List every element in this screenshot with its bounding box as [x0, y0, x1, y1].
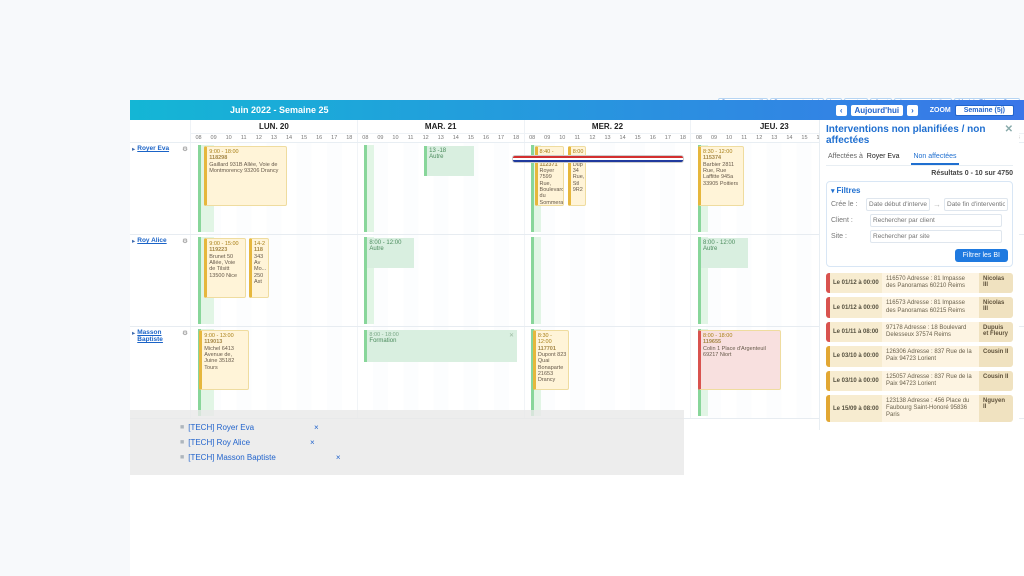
- tech-chip[interactable]: [TECH] Roy Alice×: [180, 435, 634, 450]
- tech-row-label[interactable]: ▸ Royer Eva⚙: [130, 143, 190, 234]
- intervention-event[interactable]: 8:30 - 12:00117701Dupont 823 Quai Bonapa…: [533, 330, 569, 390]
- day-label: MAR. 21: [358, 120, 524, 133]
- result-count: Résultats 0 - 10 sur 4750: [826, 170, 1013, 177]
- tab-non-affectees[interactable]: Non affectées: [911, 150, 958, 165]
- zoom-select[interactable]: Semaine (5j): [955, 105, 1014, 116]
- day-cell[interactable]: 8:00 - 18:00Formation✕: [357, 327, 524, 418]
- fr-holiday-strip: [512, 155, 684, 163]
- filters-title[interactable]: Filtres: [831, 186, 1008, 195]
- calendar-title: Juin 2022 - Semaine 25: [140, 105, 329, 115]
- day-label: LUN. 20: [191, 120, 357, 133]
- day-cell[interactable]: +1 autre: [524, 235, 691, 326]
- bi-list: Le 01/12 à 00:00116570 Adresse : 81 Impa…: [826, 273, 1013, 422]
- date-start-input[interactable]: [866, 198, 930, 211]
- intervention-event[interactable]: 9:00 - 13:00119013Michel 6413 Avenue de,…: [199, 330, 249, 390]
- tab-affectees[interactable]: Affectées à Royer Eva: [826, 150, 901, 165]
- bi-card[interactable]: Le 03/10 à 00:00126306 Adresse : 837 Rue…: [826, 346, 1013, 366]
- other-block[interactable]: 8:00 - 12:00Autre: [364, 238, 414, 268]
- tech-row-label[interactable]: ▸ Roy Alice⚙: [130, 235, 190, 326]
- tech-chip[interactable]: [TECH] Royer Eva×: [180, 420, 634, 435]
- date-end-input[interactable]: [944, 198, 1008, 211]
- day-cell[interactable]: 8:30 - 12:00117701Dupont 823 Quai Bonapa…: [524, 327, 691, 418]
- side-panel: Interventions non planifiées / non affec…: [819, 120, 1019, 430]
- intervention-event[interactable]: 9:00 - 18:00118298Gaillard 931B Allée, V…: [204, 146, 287, 206]
- bi-card[interactable]: Le 01/11 à 08:0097178 Adresse : 18 Boule…: [826, 322, 1013, 342]
- zoom-label: ZOOM: [930, 107, 951, 114]
- day-cell[interactable]: 9:00 - 18:00118298Gaillard 931B Allée, V…: [190, 143, 357, 234]
- tech-row-label[interactable]: ▸ Masson Baptiste⚙: [130, 327, 190, 418]
- calendar-nav: ‹ Aujourd'hui › ZOOM Semaine (5j): [836, 105, 1014, 116]
- filters: Filtres Crée le : → Client : Site : Filt…: [826, 181, 1013, 267]
- bi-card[interactable]: Le 03/10 à 00:00125057 Adresse : 837 Rue…: [826, 371, 1013, 391]
- client-input[interactable]: [870, 214, 1002, 227]
- intervention-event[interactable]: 9:00 - 15:00119223Brunet 50 Allée, Voie …: [204, 238, 245, 298]
- technician-chips: [TECH] Royer Eva×[TECH] Roy Alice×[TECH]…: [130, 410, 684, 475]
- intervention-event[interactable]: 8:00 - 18:00119655Colin 1 Place d'Argent…: [698, 330, 781, 390]
- day-label: MER. 22: [525, 120, 691, 133]
- tech-chip[interactable]: [TECH] Masson Baptiste×: [180, 450, 634, 465]
- day-cell[interactable]: 9:00 - 15:00119223Brunet 50 Allée, Voie …: [190, 235, 357, 326]
- day-cell[interactable]: 8:00 - 12:00Autre: [357, 235, 524, 326]
- prev-button[interactable]: ‹: [836, 105, 847, 116]
- formation-block[interactable]: 8:00 - 18:00Formation✕: [364, 330, 517, 362]
- other-block[interactable]: 8:00 - 12:00Autre: [698, 238, 748, 268]
- close-icon[interactable]: ✕: [1005, 124, 1013, 146]
- site-input[interactable]: [870, 230, 1002, 243]
- intervention-event[interactable]: 14-2118343 Av Mo... 250 Ast: [249, 238, 269, 298]
- bi-card[interactable]: Le 01/12 à 00:00116573 Adresse : 81 Impa…: [826, 297, 1013, 317]
- next-button[interactable]: ›: [907, 105, 918, 116]
- other-block[interactable]: 13 -18Autre: [424, 146, 474, 176]
- today-button[interactable]: Aujourd'hui: [851, 105, 904, 116]
- day-cell[interactable]: 9:00 - 13:00119013Michel 6413 Avenue de,…: [190, 327, 357, 418]
- day-cell[interactable]: 13 -18Autre: [357, 143, 524, 234]
- bi-card[interactable]: Le 01/12 à 00:00116570 Adresse : 81 Impa…: [826, 273, 1013, 293]
- panel-tabs: Affectées à Royer Eva Non affectées: [826, 150, 1013, 166]
- filter-button[interactable]: Filtrer les BI: [955, 249, 1008, 262]
- calendar-header: Juin 2022 - Semaine 25 ‹ Aujourd'hui › Z…: [130, 100, 1024, 120]
- intervention-event[interactable]: 8:30 - 12:00115374Barbier 2811 Rue, Rue …: [698, 146, 744, 206]
- bi-card[interactable]: Le 15/09 à 08:00123138 Adresse : 456 Pla…: [826, 395, 1013, 423]
- panel-title: Interventions non planifiées / non affec…: [826, 124, 1013, 146]
